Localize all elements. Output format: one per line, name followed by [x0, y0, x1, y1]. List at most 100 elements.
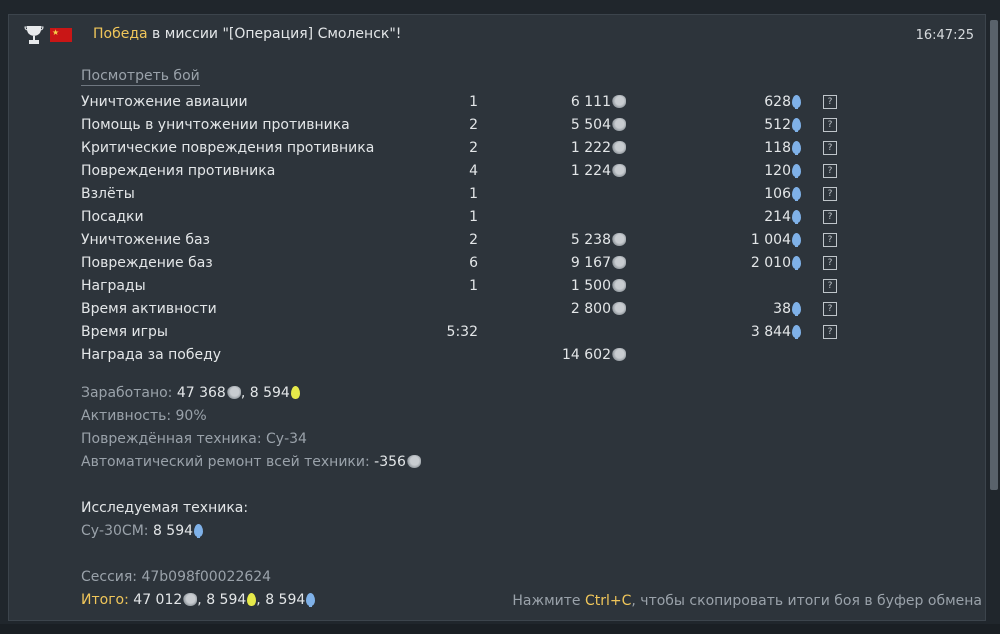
- row-label: Взлёты: [81, 186, 135, 202]
- repair-line: Автоматический ремонт всей техники: -356: [81, 454, 421, 470]
- silver-lions-icon: [612, 141, 626, 154]
- silver-lions-icon: [612, 164, 626, 177]
- table-row: Время игры 5:32 3 844?: [81, 322, 841, 345]
- help-icon[interactable]: ?: [823, 325, 837, 339]
- row-count: 2: [469, 140, 478, 156]
- row-label: Награда за победу: [81, 347, 222, 363]
- help-icon[interactable]: ?: [823, 233, 837, 247]
- research-points-icon: [792, 187, 801, 201]
- help-icon[interactable]: ?: [823, 95, 837, 109]
- row-rp: 120: [764, 161, 801, 181]
- row-count: 1: [469, 94, 478, 110]
- silver-lions-icon: [612, 118, 626, 131]
- research-points-icon: [792, 95, 801, 109]
- earned-line: Заработано: 47 368, 8 594: [81, 385, 300, 401]
- table-row: Посадки 1 214?: [81, 207, 841, 230]
- results-table: Уничтожение авиации 1 6 111 628? Помощь в ун…: [81, 92, 841, 368]
- row-rp: 38: [773, 299, 801, 319]
- table-row: Взлёты 1 106?: [81, 184, 841, 207]
- session-line: Сессия: 47b098f00022624: [81, 569, 272, 585]
- silver-lions-icon: [612, 302, 626, 315]
- table-row: Уничтожение авиации 1 6 111 628?: [81, 92, 841, 115]
- research-vehicle-line: Су-30СМ: 8 594: [81, 523, 204, 539]
- victory-word: Победа: [93, 26, 148, 42]
- copy-hint: Нажмите Ctrl+C, чтобы скопировать итоги …: [512, 593, 982, 609]
- row-count: 5:32: [446, 324, 478, 340]
- row-label: Повреждение баз: [81, 255, 213, 271]
- row-count: 2: [469, 232, 478, 248]
- row-label: Критические повреждения противника: [81, 140, 375, 156]
- table-row: Критические повреждения противника 2 1 222…: [81, 138, 841, 161]
- help-icon[interactable]: ?: [823, 141, 837, 155]
- row-rp: 118: [764, 138, 801, 158]
- row-rp: 214: [764, 207, 801, 227]
- hotkey: Ctrl+C: [584, 593, 632, 609]
- row-rp: 512: [764, 115, 801, 135]
- message-header: ★ Победа в миссии "[Операция] Смоленск"!…: [24, 24, 976, 46]
- activity-line: Активность: 90%: [81, 408, 207, 424]
- help-icon[interactable]: ?: [823, 118, 837, 132]
- trophy-icon: [24, 26, 44, 44]
- help-icon[interactable]: ?: [823, 187, 837, 201]
- row-rp: 3 844: [751, 322, 801, 342]
- row-rp: 1 004: [751, 230, 801, 250]
- row-lions: 9 167: [571, 253, 626, 273]
- table-row: Повреждения противника 4 1 224 120?: [81, 161, 841, 184]
- research-points-icon: [792, 164, 801, 178]
- ussr-flag-icon: ★: [50, 28, 72, 42]
- row-label: Уничтожение авиации: [81, 94, 248, 110]
- watch-battle-link[interactable]: Посмотреть бой: [81, 68, 200, 86]
- row-count: 1: [469, 209, 478, 225]
- silver-lions-icon: [406, 455, 421, 468]
- row-rp: 106: [764, 184, 801, 204]
- mission-result-title: Победа в миссии "[Операция] Смоленск"!: [93, 26, 401, 42]
- table-row: Уничтожение баз 2 5 238 1 004?: [81, 230, 841, 253]
- silver-lions-icon: [612, 256, 626, 269]
- help-icon[interactable]: ?: [823, 164, 837, 178]
- silver-lions-icon: [612, 348, 626, 361]
- free-research-points-icon: [247, 593, 257, 606]
- row-lions: 14 602: [562, 345, 626, 365]
- silver-lions-icon: [612, 95, 626, 108]
- row-label: Время игры: [81, 324, 168, 340]
- silver-lions-icon: [183, 593, 198, 606]
- row-label: Повреждения противника: [81, 163, 276, 179]
- research-title: Исследуемая техника:: [81, 500, 249, 516]
- row-rp: 628: [764, 92, 801, 112]
- research-points-icon: [792, 233, 801, 247]
- total-line: Итого: 47 012, 8 594, 8 594: [81, 592, 316, 608]
- row-count: 6: [469, 255, 478, 271]
- row-label: Уничтожение баз: [81, 232, 210, 248]
- help-icon[interactable]: ?: [823, 279, 837, 293]
- row-label: Время активности: [81, 301, 217, 317]
- row-label: Награды: [81, 278, 146, 294]
- row-lions: 5 504: [571, 115, 626, 135]
- research-points-icon: [792, 210, 801, 224]
- row-count: 1: [469, 186, 478, 202]
- row-lions: 5 238: [571, 230, 626, 250]
- help-icon[interactable]: ?: [823, 302, 837, 316]
- table-row: Время активности 2 800 38?: [81, 299, 841, 322]
- table-row: Повреждение баз 6 9 167 2 010?: [81, 253, 841, 276]
- row-rp: 2 010: [751, 253, 801, 273]
- help-icon[interactable]: ?: [823, 210, 837, 224]
- help-icon[interactable]: ?: [823, 256, 837, 270]
- table-row: Помощь в уничтожении противника 2 5 504 512…: [81, 115, 841, 138]
- silver-lions-icon: [226, 386, 241, 399]
- research-points-icon: [792, 302, 801, 316]
- damaged-vehicle-line: Повреждённая техника: Су-34: [81, 431, 307, 447]
- table-row: Награда за победу 14 602: [81, 345, 841, 368]
- row-lions: 1 500: [571, 276, 626, 296]
- research-points-icon: [792, 141, 801, 155]
- row-label: Помощь в уничтожении противника: [81, 117, 350, 133]
- mission-name: в миссии "[Операция] Смоленск"!: [147, 26, 402, 42]
- row-count: 2: [469, 117, 478, 133]
- scrollbar[interactable]: [990, 20, 998, 490]
- row-count: 1: [469, 278, 478, 294]
- table-row: Награды 1 1 500?: [81, 276, 841, 299]
- research-points-icon: [792, 118, 801, 132]
- research-points-icon: [792, 325, 801, 339]
- bottom-strip: [0, 624, 1000, 634]
- research-points-icon: [306, 593, 316, 607]
- row-lions: 1 222: [571, 138, 626, 158]
